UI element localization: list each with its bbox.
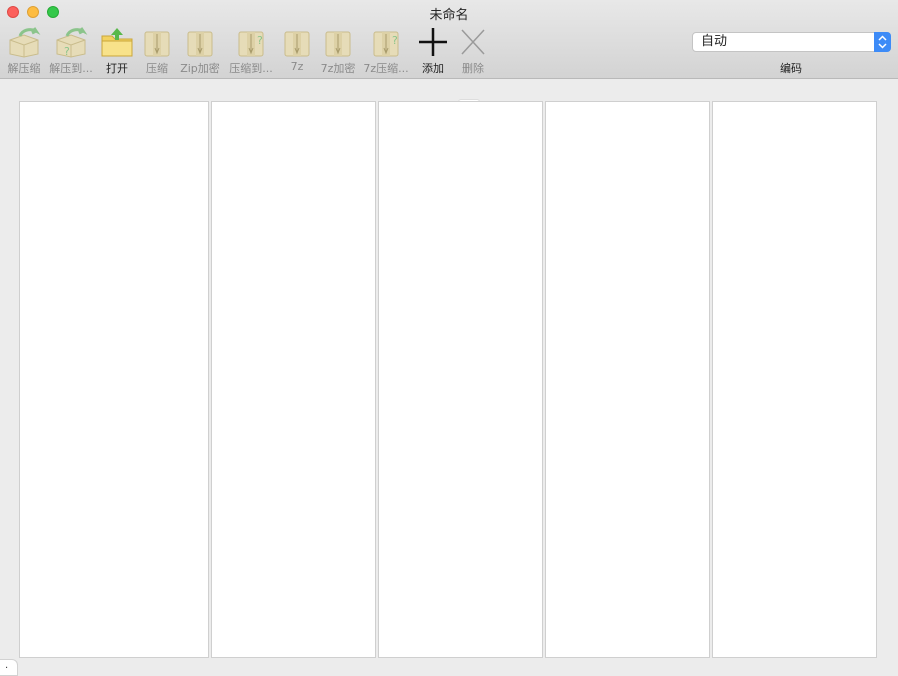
zip-encrypt-button[interactable]: Zip加密 [178, 26, 222, 76]
browser-column-4[interactable] [545, 101, 710, 658]
svg-text:?: ? [257, 34, 263, 47]
archive-7z-encrypt-icon [325, 31, 351, 57]
delete-button[interactable]: 删除 [451, 26, 495, 76]
browser-column-1[interactable] [19, 101, 209, 658]
status-bar [0, 658, 898, 676]
browser-column-5[interactable] [712, 101, 877, 658]
encoding-label: 编码 [780, 62, 802, 75]
status-indicator: . [0, 659, 18, 676]
extract-button[interactable]: 解压缩 [2, 26, 46, 76]
browser-column-3[interactable] [378, 101, 543, 658]
compress-to-button[interactable]: ? 压缩到... [229, 26, 273, 76]
encoding-value: 自动 [701, 34, 728, 49]
7z-compress-to-button[interactable]: ? 7z压缩... [363, 26, 409, 76]
open-folder-icon [101, 28, 133, 57]
delete-label: 删除 [462, 62, 484, 75]
archive-7z-icon [284, 31, 310, 57]
extract-to-button[interactable]: ? 解压到... [49, 26, 93, 76]
box-extract-icon [9, 27, 41, 58]
window-title: 未命名 [429, 8, 469, 23]
encoding-select[interactable]: 自动 [692, 32, 891, 52]
archive-compress-icon [144, 31, 170, 57]
svg-text:?: ? [64, 45, 70, 58]
plus-icon [419, 28, 447, 56]
zip-encrypt-label: Zip加密 [180, 62, 220, 75]
select-arrows-icon [874, 32, 891, 52]
title-toolbar: 未命名 解压缩 ? 解压到... 打开 压缩 Zip加密 ? 压缩到... 7z… [0, 0, 898, 79]
svg-text:?: ? [392, 34, 398, 47]
browser-column-2[interactable] [211, 101, 376, 658]
7z-encrypt-button[interactable]: 7z加密 [316, 26, 360, 76]
app-window: 未命名 解压缩 ? 解压到... 打开 压缩 Zip加密 ? 压缩到... 7z… [0, 0, 898, 676]
archive-7z-compress-to-icon: ? [373, 31, 399, 57]
box-extract-to-icon: ? [56, 27, 88, 58]
zip-encrypt-icon [187, 31, 213, 57]
archive-compress-to-icon: ? [238, 31, 264, 57]
cross-icon [461, 29, 485, 55]
